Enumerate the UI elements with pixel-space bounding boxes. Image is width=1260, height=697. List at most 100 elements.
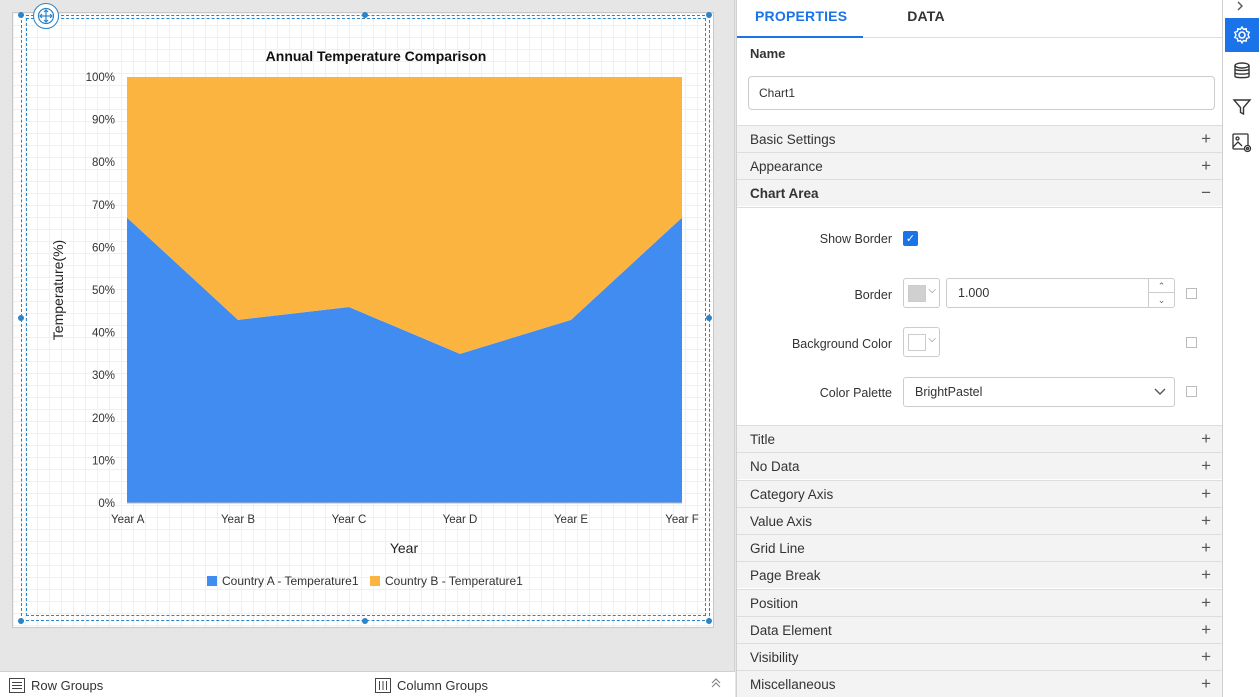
- section-label: Grid Line: [750, 540, 805, 556]
- column-groups-button[interactable]: Column Groups: [375, 678, 488, 693]
- section-label: Chart Area: [750, 185, 819, 201]
- tab-properties[interactable]: PROPERTIES: [737, 0, 863, 38]
- border-width-value: 1.000: [958, 286, 990, 300]
- color-swatch: [908, 334, 926, 351]
- legend-swatch-0: [207, 576, 217, 586]
- border-width-input[interactable]: 1.000 ⌃ ⌄: [946, 278, 1175, 308]
- y-tick-label: 70%: [92, 200, 115, 212]
- chart-title: Annual Temperature Comparison: [266, 48, 487, 64]
- chevron-double-up-icon[interactable]: [710, 677, 722, 692]
- section-label: No Data: [750, 458, 800, 474]
- show-border-checkbox[interactable]: ✓: [903, 231, 918, 246]
- plus-icon: +: [1201, 129, 1211, 148]
- plus-icon: +: [1201, 156, 1211, 175]
- background-color-picker[interactable]: ⌵: [903, 327, 940, 357]
- section-value-axis[interactable]: Value Axis +: [737, 507, 1223, 534]
- row-groups-button[interactable]: Row Groups: [9, 678, 103, 693]
- section-data-element[interactable]: Data Element +: [737, 616, 1223, 643]
- section-appearance[interactable]: Appearance +: [737, 152, 1223, 179]
- row-groups-icon: [9, 678, 25, 693]
- section-label: Miscellaneous: [750, 676, 836, 692]
- y-tick-label: 30%: [92, 370, 115, 382]
- section-label: Visibility: [750, 649, 799, 665]
- section-label: Appearance: [750, 158, 823, 174]
- color-swatch: [908, 285, 926, 302]
- border-width-spinner[interactable]: ⌃ ⌄: [1148, 279, 1174, 307]
- design-surface: Annual Temperature Comparison 0% 10% 20% 30…: [0, 0, 735, 671]
- filter-icon[interactable]: [1225, 90, 1259, 124]
- row-groups-label: Row Groups: [31, 678, 104, 693]
- panel-tabs: PROPERTIES DATA: [737, 0, 1222, 38]
- x-tick-label: Year F: [665, 514, 698, 526]
- border-color-picker[interactable]: ⌵: [903, 278, 940, 308]
- y-tick-label: 40%: [92, 328, 115, 340]
- section-label: Page Break: [750, 567, 821, 583]
- x-tick-label: Year D: [443, 514, 478, 526]
- y-tick-label: 90%: [92, 115, 115, 127]
- section-label: Data Element: [750, 622, 832, 638]
- section-no-data[interactable]: No Data +: [737, 452, 1223, 479]
- plus-icon: +: [1201, 429, 1211, 448]
- plus-icon: +: [1201, 593, 1211, 612]
- y-tick-label: 60%: [92, 242, 115, 254]
- section-page-break[interactable]: Page Break +: [737, 561, 1223, 588]
- spin-up-icon[interactable]: ⌃: [1149, 279, 1174, 293]
- background-color-label: Background Color: [791, 337, 892, 351]
- y-tick-label: 0%: [98, 498, 115, 510]
- chevron-down-icon: ⌵: [928, 285, 936, 296]
- plus-icon: +: [1201, 647, 1211, 666]
- border-expression-checkbox[interactable]: [1186, 288, 1197, 299]
- groups-bar: Row Groups Column Groups: [0, 671, 735, 697]
- gear-icon[interactable]: [1225, 18, 1259, 52]
- legend-label-0[interactable]: Country A - Temperature1: [222, 574, 359, 588]
- section-chart-area[interactable]: Chart Area −: [737, 179, 1223, 206]
- plus-icon: +: [1201, 565, 1211, 584]
- section-visibility[interactable]: Visibility +: [737, 643, 1223, 670]
- color-palette-dropdown[interactable]: BrightPastel: [903, 377, 1175, 407]
- chevron-down-icon: ⌵: [928, 334, 936, 345]
- section-label: Basic Settings: [750, 131, 836, 147]
- plus-icon: +: [1201, 674, 1211, 693]
- chart-area-properties: Show Border ✓ Border ⌵ 1.000 ⌃ ⌄ Backgro…: [737, 207, 1223, 426]
- color-palette-label: Color Palette: [819, 386, 892, 400]
- chevron-right-icon[interactable]: [1235, 0, 1245, 16]
- section-grid-line[interactable]: Grid Line +: [737, 534, 1223, 561]
- section-label: Category Axis: [750, 486, 834, 502]
- y-tick-label: 20%: [92, 413, 115, 425]
- legend-label-1[interactable]: Country B - Temperature1: [385, 574, 523, 588]
- x-tick-label: Year C: [332, 514, 367, 526]
- y-tick-label: 10%: [92, 455, 115, 467]
- plus-icon: +: [1201, 620, 1211, 639]
- plus-icon: +: [1201, 511, 1211, 530]
- column-groups-icon: [375, 678, 391, 693]
- x-tick-label: Year B: [221, 514, 255, 526]
- x-tick-label: Year A: [111, 514, 145, 526]
- section-position[interactable]: Position +: [737, 589, 1223, 616]
- border-label: Border: [854, 288, 892, 302]
- name-input[interactable]: Chart1: [748, 76, 1215, 110]
- section-label: Title: [750, 431, 776, 447]
- chart[interactable]: Annual Temperature Comparison 0% 10% 20% 30…: [0, 0, 735, 671]
- section-miscellaneous[interactable]: Miscellaneous +: [737, 670, 1223, 697]
- color-palette-value: BrightPastel: [915, 385, 983, 399]
- column-groups-label: Column Groups: [397, 678, 489, 693]
- plus-icon: +: [1201, 538, 1211, 557]
- legend-swatch-1: [370, 576, 380, 586]
- database-icon[interactable]: [1225, 54, 1259, 88]
- minus-icon: −: [1201, 183, 1211, 202]
- background-expression-checkbox[interactable]: [1186, 337, 1197, 348]
- palette-expression-checkbox[interactable]: [1186, 386, 1197, 397]
- image-settings-icon[interactable]: [1225, 126, 1259, 160]
- y-tick-label: 80%: [92, 157, 115, 169]
- section-category-axis[interactable]: Category Axis +: [737, 480, 1223, 507]
- name-label: Name: [750, 46, 786, 61]
- tab-data[interactable]: DATA: [863, 0, 989, 38]
- spin-down-icon[interactable]: ⌄: [1149, 293, 1174, 307]
- plus-icon: +: [1201, 456, 1211, 475]
- section-basic-settings[interactable]: Basic Settings +: [737, 125, 1223, 152]
- section-title[interactable]: Title +: [737, 425, 1223, 452]
- x-axis-label: Year: [390, 540, 419, 556]
- plus-icon: +: [1201, 484, 1211, 503]
- section-label: Value Axis: [750, 513, 813, 529]
- section-label: Position: [750, 595, 799, 611]
